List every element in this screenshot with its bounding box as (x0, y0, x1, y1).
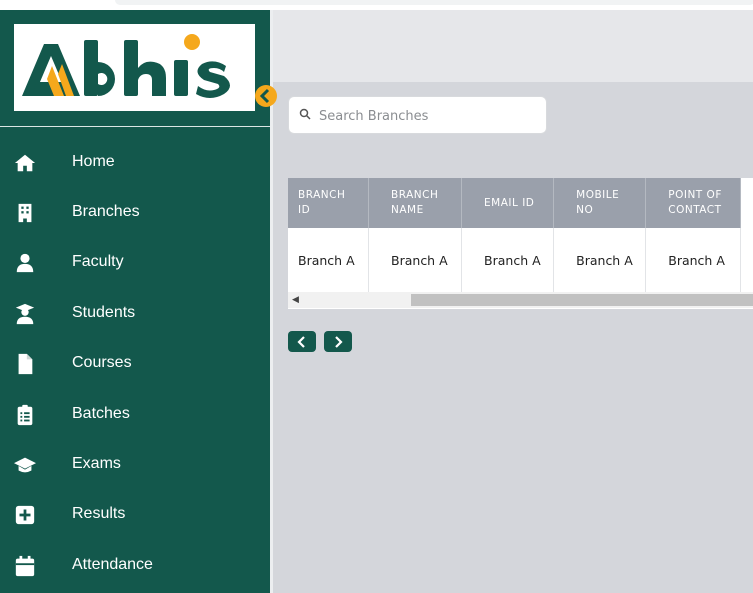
sidebar-item-label: Attendance (72, 556, 153, 573)
column-header-mobile-no[interactable]: MOBILE NO (553, 178, 647, 228)
plus-square-icon (15, 505, 35, 525)
sidebar-item-faculty[interactable]: Faculty (0, 243, 270, 283)
table-header-row: BRANCH ID BRANCH NAME EMAIL ID MOBILE NO PO… (288, 178, 741, 228)
graduation-cap-icon (14, 457, 36, 473)
next-page-button[interactable] (324, 331, 352, 352)
sidebar-item-students[interactable]: Students (0, 294, 270, 334)
sidebar-item-label: Branches (72, 203, 140, 220)
table-cell-mobile-no: Branch A (553, 228, 647, 293)
graduate-user-icon (15, 303, 35, 325)
building-icon (18, 203, 32, 223)
sidebar-item-branches[interactable]: Branches (0, 193, 270, 233)
file-icon (18, 353, 33, 375)
scroll-left-arrow-icon[interactable]: ◀ (292, 295, 299, 305)
sidebar: Home Branches Faculty Students Courses B… (0, 10, 270, 593)
sidebar-item-exams[interactable]: Exams (0, 445, 270, 485)
previous-page-button[interactable] (288, 331, 316, 352)
branches-table: BRANCH ID BRANCH NAME EMAIL ID MOBILE NO PO… (288, 178, 741, 293)
sidebar-item-label: Exams (72, 455, 121, 472)
clipboard-list-icon (17, 404, 33, 426)
sidebar-item-batches[interactable]: Batches (0, 395, 270, 435)
column-header-branch-name[interactable]: BRANCH NAME (368, 178, 463, 228)
search-box[interactable] (288, 96, 547, 134)
column-header-branch-id[interactable]: BRANCH ID (288, 178, 370, 228)
chevron-left-icon (259, 88, 270, 104)
horizontal-scrollbar[interactable]: ◀ (288, 292, 753, 308)
sidebar-item-results[interactable]: Results (0, 495, 270, 535)
branches-table-container: BRANCH ID BRANCH NAME EMAIL ID MOBILE NO PO… (288, 178, 753, 309)
column-header-point-of-contact[interactable]: POINT OF CONTACT (645, 178, 741, 228)
sidebar-item-label: Faculty (72, 253, 124, 270)
sidebar-item-label: Home (72, 153, 115, 170)
sidebar-item-label: Batches (72, 405, 130, 422)
search-icon (299, 108, 311, 120)
calendar-icon (15, 555, 35, 577)
chevron-right-icon (335, 336, 343, 348)
search-input[interactable] (317, 105, 541, 127)
sidebar-item-home[interactable]: Home (0, 143, 270, 183)
user-icon (16, 253, 34, 273)
table-row[interactable]: Branch A Branch A Branch A Branch A Bran… (288, 228, 741, 293)
sidebar-item-attendance[interactable]: Attendance (0, 546, 270, 586)
scrollbar-thumb[interactable] (411, 294, 753, 306)
home-icon (14, 154, 36, 172)
chevron-left-icon (297, 336, 305, 348)
sidebar-item-courses[interactable]: Courses (0, 344, 270, 384)
logo (14, 24, 255, 111)
table-cell-branch-id: Branch A (288, 228, 370, 293)
sidebar-divider (0, 126, 270, 127)
column-header-email-id[interactable]: EMAIL ID (461, 178, 555, 228)
sidebar-item-label: Students (72, 304, 136, 321)
sidebar-item-label: Results (72, 505, 126, 522)
abhis-logo-icon (22, 34, 230, 98)
table-cell-point-of-contact: Branch A (645, 228, 741, 293)
top-header-bar (273, 10, 753, 82)
sidebar-collapse-button[interactable] (255, 85, 277, 107)
browser-tab-strip (0, 0, 753, 10)
browser-address-area (115, 0, 753, 5)
table-cell-email-id: Branch A (461, 228, 555, 293)
table-cell-branch-name: Branch A (368, 228, 463, 293)
sidebar-item-label: Courses (72, 354, 132, 371)
